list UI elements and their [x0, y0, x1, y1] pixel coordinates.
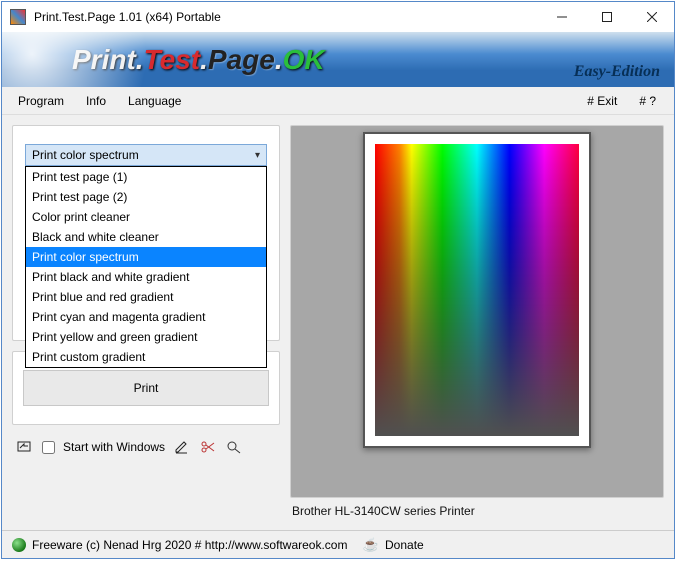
banner-word-2: Test [144, 44, 201, 76]
status-donate[interactable]: Donate [385, 538, 424, 552]
menu-help[interactable]: # ? [629, 90, 666, 112]
combo-item[interactable]: Print test page (1) [26, 167, 266, 187]
shortcut-icon[interactable] [16, 439, 34, 455]
menubar: Program Info Language # Exit # ? [2, 87, 674, 115]
combo-item[interactable]: Print color spectrum [26, 247, 266, 267]
window-controls [539, 2, 674, 32]
banner-edition: Easy-Edition [574, 63, 660, 81]
banner-word-4: OK [283, 44, 325, 76]
combo-item[interactable]: Color print cleaner [26, 207, 266, 227]
startwith-row: Start with Windows [12, 435, 280, 455]
combo-selected-label: Print color spectrum [32, 148, 139, 162]
minimize-icon [557, 12, 567, 22]
combo-item[interactable]: Print custom gradient [26, 347, 266, 367]
app-window: Print.Test.Page 1.01 (x64) Portable Prin… [1, 1, 675, 559]
select-panel: Print color spectrum ▾ Print test page (… [12, 125, 280, 341]
menu-exit[interactable]: # Exit [577, 90, 627, 112]
close-button[interactable] [629, 2, 674, 32]
test-type-combo[interactable]: Print color spectrum ▾ Print test page (… [25, 144, 267, 166]
combo-button[interactable]: Print color spectrum ▾ [25, 144, 267, 166]
search-icon[interactable] [225, 439, 243, 455]
printer-caption: Brother HL-3140CW series Printer [290, 498, 664, 520]
banner-word-1: Print [72, 44, 136, 76]
chevron-down-icon: ▾ [255, 150, 260, 161]
start-with-windows-checkbox[interactable] [42, 441, 55, 454]
edit-icon[interactable] [173, 439, 191, 455]
color-spectrum [375, 144, 579, 436]
maximize-icon [602, 12, 612, 22]
combo-item[interactable]: Print blue and red gradient [26, 287, 266, 307]
menu-info[interactable]: Info [76, 90, 116, 112]
start-with-windows-label: Start with Windows [63, 440, 165, 454]
statusbar: Freeware (c) Nenad Hrg 2020 # http://www… [2, 530, 674, 558]
titlebar: Print.Test.Page 1.01 (x64) Portable [2, 2, 674, 32]
banner: Print. Test. Page. OK Easy-Edition [2, 32, 674, 87]
combo-dropdown: Print test page (1)Print test page (2)Co… [25, 166, 267, 368]
preview-page [363, 132, 591, 448]
maximize-button[interactable] [584, 2, 629, 32]
close-icon [647, 12, 657, 22]
menu-language[interactable]: Language [118, 90, 191, 112]
app-icon [10, 9, 26, 25]
print-button[interactable]: Print [23, 370, 269, 406]
print-preview [290, 125, 664, 498]
left-column: Print color spectrum ▾ Print test page (… [12, 125, 280, 520]
combo-item[interactable]: Black and white cleaner [26, 227, 266, 247]
right-column: Brother HL-3140CW series Printer [290, 125, 664, 520]
globe-icon [12, 538, 26, 552]
menu-program[interactable]: Program [8, 90, 74, 112]
status-freeware: Freeware (c) Nenad Hrg 2020 # http://www… [32, 538, 347, 552]
combo-item[interactable]: Print cyan and magenta gradient [26, 307, 266, 327]
minimize-button[interactable] [539, 2, 584, 32]
scissors-icon[interactable] [199, 439, 217, 455]
donate-icon: ☕ [363, 537, 379, 553]
window-title: Print.Test.Page 1.01 (x64) Portable [34, 10, 539, 24]
combo-item[interactable]: Print black and white gradient [26, 267, 266, 287]
combo-item[interactable]: Print yellow and green gradient [26, 327, 266, 347]
combo-item[interactable]: Print test page (2) [26, 187, 266, 207]
banner-word-3: Page [208, 44, 275, 76]
client-area: Print color spectrum ▾ Print test page (… [2, 115, 674, 530]
